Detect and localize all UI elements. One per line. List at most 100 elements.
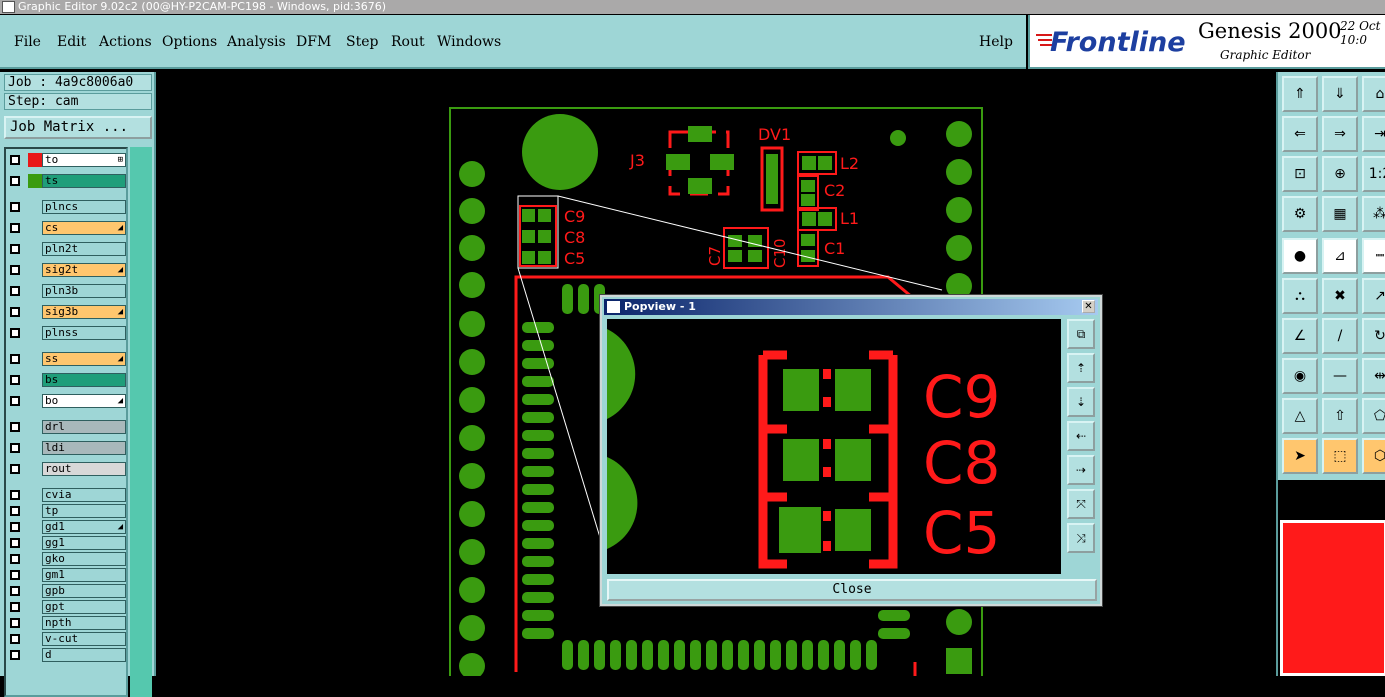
layer-checkbox[interactable] bbox=[10, 464, 20, 474]
layer-row-plnss[interactable]: plnss bbox=[8, 326, 128, 340]
layer-row-gd1[interactable]: gd1 ◢ bbox=[8, 520, 128, 534]
layer-name[interactable]: gko bbox=[42, 552, 126, 566]
layer-row-pln2t[interactable]: pln2t bbox=[8, 242, 128, 256]
layer-checkbox[interactable] bbox=[10, 650, 20, 660]
layer-row-ss[interactable]: ss ◢ bbox=[8, 352, 128, 366]
layer-name[interactable]: gpt bbox=[42, 600, 126, 614]
layer-checkbox[interactable] bbox=[10, 244, 20, 254]
job-matrix-button[interactable]: Job Matrix ... bbox=[4, 116, 152, 139]
layer-name[interactable]: ss ◢ bbox=[42, 352, 126, 366]
connect-icon[interactable]: ⛬ bbox=[1282, 278, 1318, 314]
popview-close-button[interactable]: Close bbox=[607, 579, 1097, 601]
layer-name[interactable]: v-cut bbox=[42, 632, 126, 646]
layer-row-tp[interactable]: tp bbox=[8, 504, 128, 518]
layer-checkbox[interactable] bbox=[10, 538, 20, 548]
layer-name[interactable]: plnss bbox=[42, 326, 126, 340]
menu-rout[interactable]: Rout bbox=[391, 34, 425, 50]
layer-row-ts[interactable]: ts bbox=[8, 174, 128, 188]
unknown-icon[interactable]: ⇥ bbox=[1362, 116, 1385, 152]
layer-checkbox[interactable] bbox=[10, 286, 20, 296]
layer-name[interactable]: d bbox=[42, 648, 126, 662]
layer-row-cs[interactable]: cs ◢ bbox=[8, 221, 128, 235]
arrow-up-icon[interactable]: ⇧ bbox=[1322, 398, 1358, 434]
layer-checkbox[interactable] bbox=[10, 202, 20, 212]
line-icon[interactable]: — bbox=[1322, 358, 1358, 394]
layer-row-bs[interactable]: bs bbox=[8, 373, 128, 387]
scale-icon[interactable]: 1:2 bbox=[1362, 156, 1385, 192]
layer-name[interactable]: ldi bbox=[42, 441, 126, 455]
layer-row-gko[interactable]: gko bbox=[8, 552, 128, 566]
layer-checkbox[interactable] bbox=[10, 586, 20, 596]
layer-checkbox[interactable] bbox=[10, 506, 20, 516]
settings-icon[interactable]: ⚙ bbox=[1282, 196, 1318, 232]
layer-checkbox[interactable] bbox=[10, 522, 20, 532]
move-icon[interactable]: ↗ bbox=[1362, 278, 1385, 314]
layer-name[interactable]: drl bbox=[42, 420, 126, 434]
rotate-icon[interactable]: ↻ bbox=[1362, 318, 1385, 354]
layer-checkbox[interactable] bbox=[10, 618, 20, 628]
layer-row-sig2t[interactable]: sig2t ◢ bbox=[8, 263, 128, 277]
layer-row-bo[interactable]: bo ◢ bbox=[8, 394, 128, 408]
grid-icon[interactable]: ▦ bbox=[1322, 196, 1358, 232]
pan-down-icon[interactable]: ⇣ bbox=[1067, 387, 1095, 417]
angle-icon[interactable]: ∠ bbox=[1282, 318, 1318, 354]
menu-options[interactable]: Options bbox=[162, 34, 217, 50]
layer-checkbox[interactable] bbox=[10, 490, 20, 500]
layer-checkbox[interactable] bbox=[10, 155, 20, 165]
layer-row-gpb[interactable]: gpb bbox=[8, 584, 128, 598]
layer-row-gpt[interactable]: gpt bbox=[8, 600, 128, 614]
layer-name[interactable]: sig3b ◢ bbox=[42, 305, 126, 319]
layer-name[interactable]: to ⊞ bbox=[42, 153, 126, 167]
slash-icon[interactable]: / bbox=[1322, 318, 1358, 354]
layer-name[interactable]: plncs bbox=[42, 200, 126, 214]
popview-canvas[interactable]: C9 C8 C5 bbox=[607, 319, 1061, 574]
pan-left-icon[interactable]: ⇐ bbox=[1282, 116, 1318, 152]
layer-checkbox[interactable] bbox=[10, 176, 20, 186]
zoom-out-icon[interactable]: ⤨ bbox=[1067, 523, 1095, 553]
layer-checkbox[interactable] bbox=[10, 375, 20, 385]
layer-checkbox[interactable] bbox=[10, 354, 20, 364]
layer-row-d[interactable]: d bbox=[8, 648, 128, 662]
home-up-icon[interactable]: ⇑ bbox=[1282, 76, 1318, 112]
house-icon[interactable]: ⌂ bbox=[1362, 76, 1385, 112]
layer-checkbox[interactable] bbox=[10, 634, 20, 644]
zoom-fit-icon[interactable]: ⊡ bbox=[1282, 156, 1318, 192]
layer-row-plncs[interactable]: plncs bbox=[8, 200, 128, 214]
ruler-icon[interactable]: ┉ bbox=[1362, 238, 1385, 274]
menu-dfm[interactable]: DFM bbox=[296, 34, 331, 50]
layer-checkbox[interactable] bbox=[10, 307, 20, 317]
layer-checkbox[interactable] bbox=[10, 554, 20, 564]
layer-name[interactable]: pln2t bbox=[42, 242, 126, 256]
layer-row-drl[interactable]: drl bbox=[8, 420, 128, 434]
stretch-icon[interactable]: ⇹ bbox=[1362, 358, 1385, 394]
layer-name[interactable]: bs bbox=[42, 373, 126, 387]
select-shape-icon[interactable]: ⬡ bbox=[1362, 438, 1385, 474]
layer-row-pln3b[interactable]: pln3b bbox=[8, 284, 128, 298]
menu-file[interactable]: File bbox=[14, 34, 41, 50]
overview-board[interactable] bbox=[1280, 520, 1385, 676]
menu-actions[interactable]: Actions bbox=[99, 34, 152, 50]
menu-analysis[interactable]: Analysis bbox=[227, 34, 286, 50]
layer-name[interactable]: npth bbox=[42, 616, 126, 630]
layer-checkbox[interactable] bbox=[10, 328, 20, 338]
pan-up-icon[interactable]: ⇡ bbox=[1067, 353, 1095, 383]
popview-close-icon[interactable]: ✕ bbox=[1082, 300, 1095, 313]
layer-name[interactable]: tp bbox=[42, 504, 126, 518]
layer-checkbox[interactable] bbox=[10, 443, 20, 453]
triangle-icon[interactable]: △ bbox=[1282, 398, 1318, 434]
polygon-icon[interactable]: ⬠ bbox=[1362, 398, 1385, 434]
layer-name[interactable]: ts bbox=[42, 174, 126, 188]
layer-checkbox[interactable] bbox=[10, 265, 20, 275]
layer-row-rout[interactable]: rout bbox=[8, 462, 128, 476]
home-down-icon[interactable]: ⇓ bbox=[1322, 76, 1358, 112]
menu-windows[interactable]: Windows bbox=[437, 34, 501, 50]
layer-checkbox[interactable] bbox=[10, 602, 20, 612]
menu-step[interactable]: Step bbox=[346, 34, 378, 50]
layer-name[interactable]: rout bbox=[42, 462, 126, 476]
layer-checkbox[interactable] bbox=[10, 570, 20, 580]
select-box-icon[interactable]: ⬚ bbox=[1322, 438, 1358, 474]
layer-row-to[interactable]: to ⊞ bbox=[8, 153, 128, 167]
pad-icon[interactable]: ◉ bbox=[1282, 358, 1318, 394]
zoom-in-icon[interactable]: ⤧ bbox=[1067, 489, 1095, 519]
layer-checkbox[interactable] bbox=[10, 396, 20, 406]
